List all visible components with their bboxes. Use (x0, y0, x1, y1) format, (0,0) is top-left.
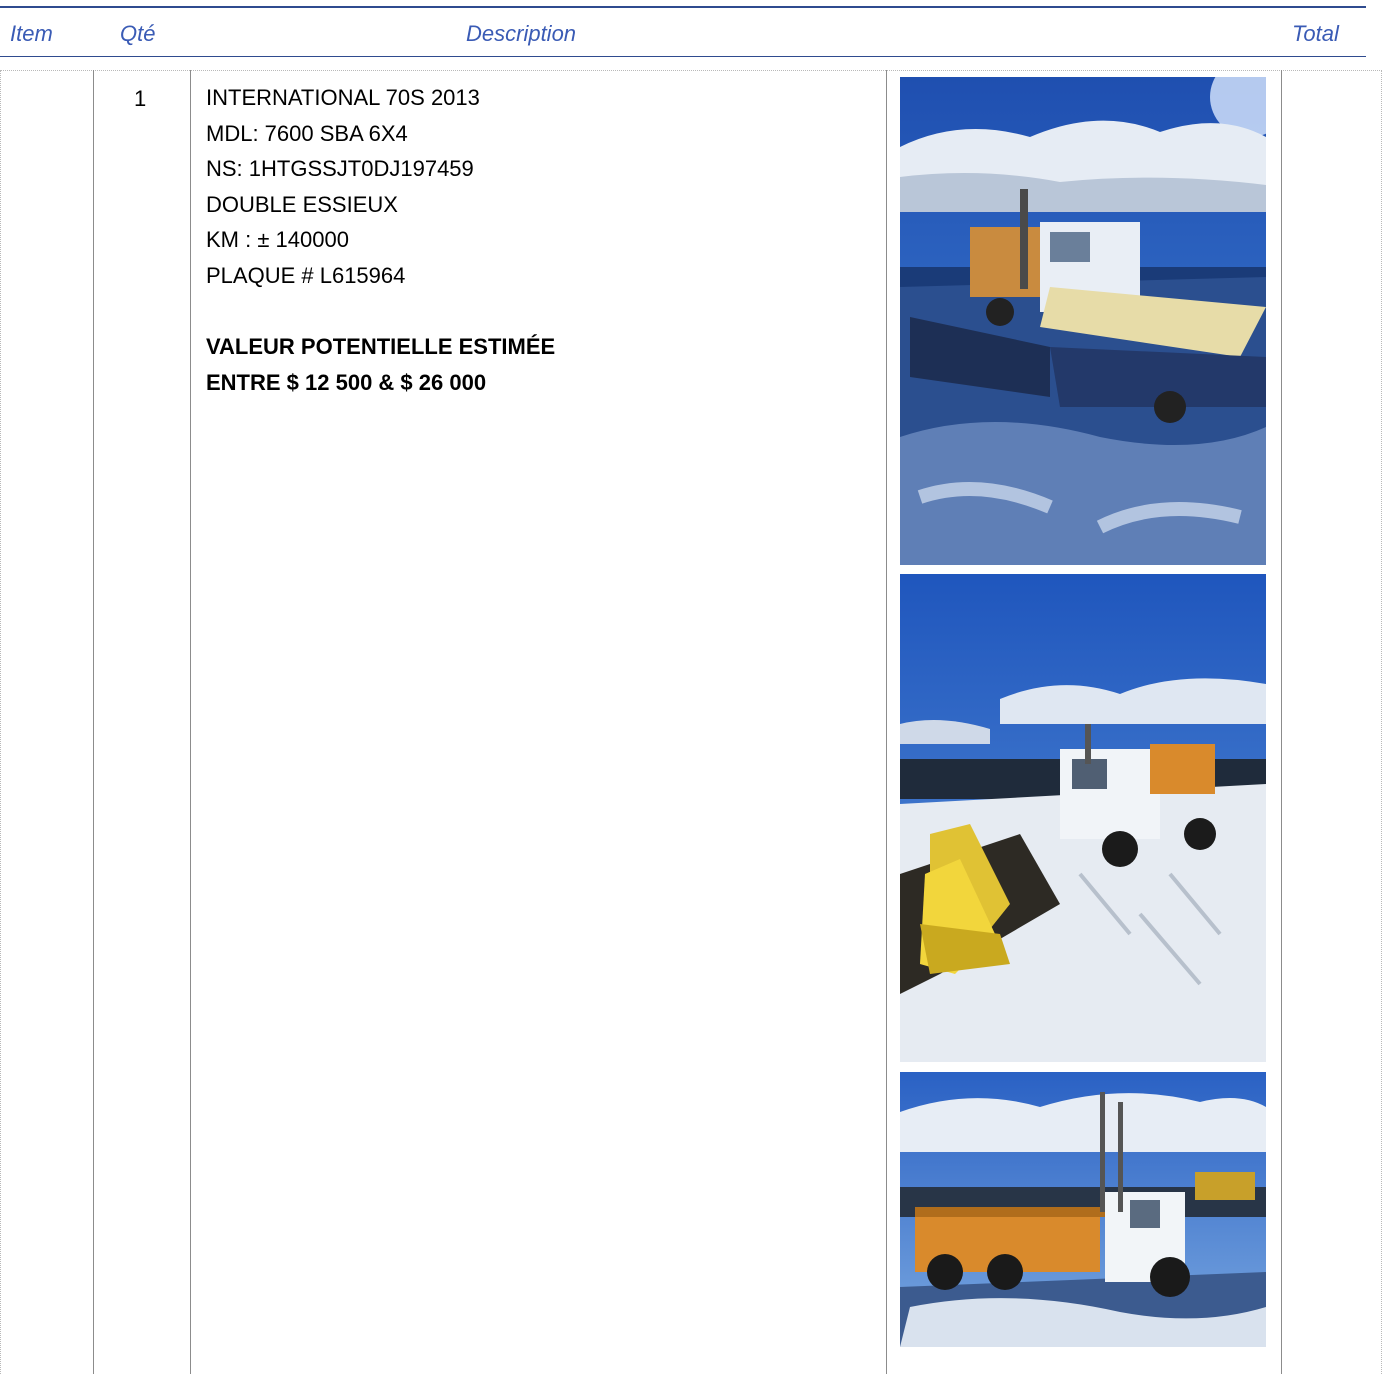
column-header-total: Total (1292, 21, 1339, 46)
truck-photo-side-plow (900, 574, 1266, 1062)
table-top-border (0, 70, 1382, 71)
item-description: INTERNATIONAL 70S 2013 MDL: 7600 SBA 6X4… (206, 80, 555, 400)
column-divider-photos (1281, 70, 1282, 1374)
row-quantity: 1 (134, 86, 147, 111)
description-line-plate: PLAQUE # L615964 (206, 262, 406, 288)
column-header-description: Description (466, 21, 577, 46)
column-header-item: Item (10, 21, 53, 46)
table-right-border (1381, 70, 1382, 1374)
header-top-rule (0, 6, 1366, 8)
estimated-value-label: VALEUR POTENTIELLE ESTIMÉE (206, 334, 556, 360)
column-header-qte: Qté (120, 21, 156, 46)
truck-photo-dump-side (900, 1072, 1266, 1347)
column-divider-qte (190, 70, 191, 1374)
description-line-km: KM : ± 140000 (206, 227, 349, 253)
description-line-mdl: MDL: 7600 SBA 6X4 (206, 120, 408, 146)
description-line-axles: DOUBLE ESSIEUX (206, 191, 398, 217)
truck-photo-front (900, 77, 1266, 565)
description-line-ns: NS: 1HTGSSJT0DJ197459 (206, 156, 474, 182)
column-divider-description (886, 70, 887, 1374)
description-line-model: INTERNATIONAL 70S 2013 (206, 85, 480, 110)
estimated-value-range: ENTRE $ 12 500 & $ 26 000 (206, 369, 487, 395)
header-bottom-rule (0, 56, 1366, 57)
table-left-border (0, 70, 1, 1374)
column-divider-item (93, 70, 94, 1374)
